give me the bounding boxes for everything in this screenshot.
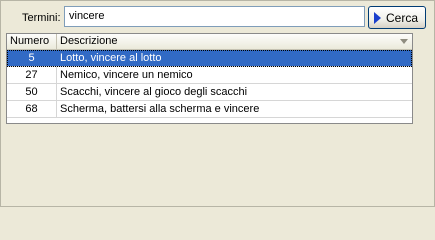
search-button-label: Cerca: [386, 10, 419, 25]
cell-descrizione: Scherma, battersi alla scherma e vincere: [60, 103, 260, 115]
cell-descrizione: Scacchi, vincere al gioco degli scacchi: [60, 86, 248, 98]
search-label: Termini:: [22, 12, 61, 24]
search-input[interactable]: [64, 6, 365, 27]
cell-numero: 5: [7, 50, 57, 66]
column-header-descrizione[interactable]: Descrizione: [57, 34, 412, 49]
results-table[interactable]: Numero Descrizione 5 Lotto, vincere al l…: [6, 33, 413, 124]
column-header-descrizione-label: Descrizione: [60, 35, 118, 47]
cell-numero: 68: [7, 101, 57, 117]
search-panel: Termini: Cerca Numero Descrizione 5 Lott…: [0, 0, 435, 207]
play-arrow-icon: [374, 11, 381, 24]
table-row[interactable]: 68 Scherma, battersi alla scherma e vinc…: [7, 101, 412, 118]
cell-numero: 27: [7, 67, 57, 83]
cell-numero: 50: [7, 84, 57, 100]
table-row[interactable]: 27 Nemico, vincere un nemico: [7, 67, 412, 84]
table-row[interactable]: 5 Lotto, vincere al lotto: [7, 50, 412, 67]
column-header-numero[interactable]: Numero: [7, 34, 57, 49]
sort-arrow-icon: [400, 39, 408, 44]
cell-descrizione: Nemico, vincere un nemico: [60, 69, 193, 81]
search-button[interactable]: Cerca: [368, 6, 426, 29]
cell-descrizione: Lotto, vincere al lotto: [60, 52, 162, 64]
table-row[interactable]: 50 Scacchi, vincere al gioco degli scacc…: [7, 84, 412, 101]
table-header: Numero Descrizione: [7, 34, 412, 50]
